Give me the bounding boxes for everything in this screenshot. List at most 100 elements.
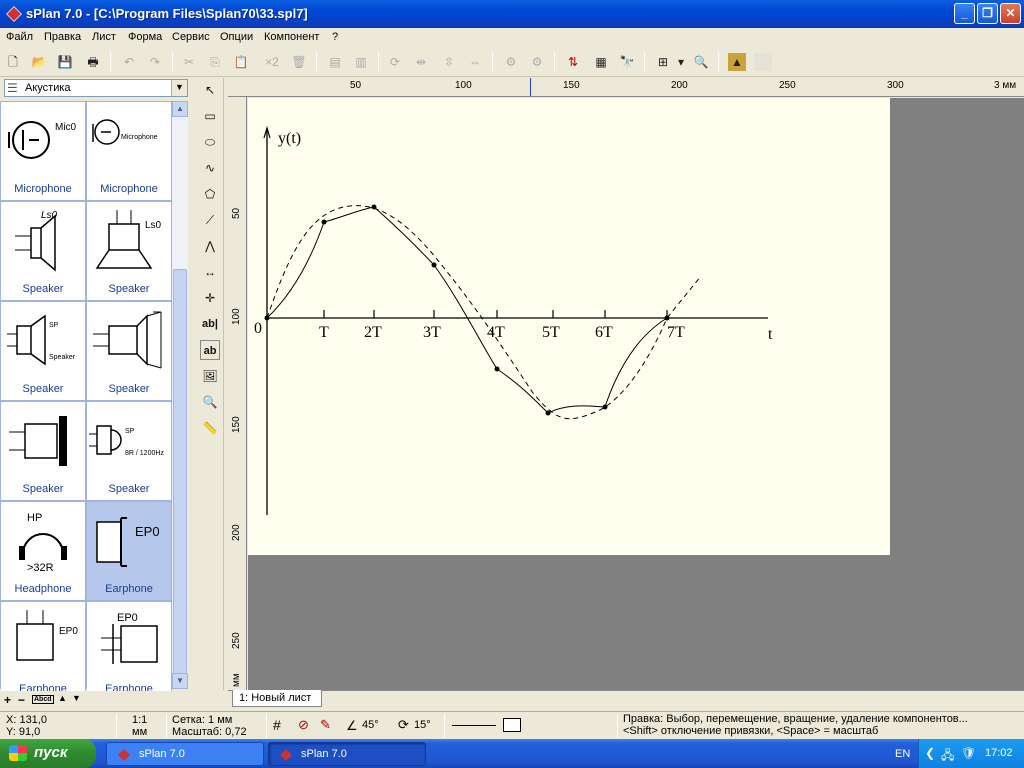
start-button[interactable]: пуск — [0, 739, 96, 768]
menu-sheet[interactable]: Лист — [92, 31, 116, 43]
ellipse-icon[interactable]: ⬭ — [200, 132, 220, 152]
text-tool[interactable]: ab| — [200, 314, 220, 334]
library-item-speaker-6[interactable]: SP 8R / 1200Hz Speaker — [87, 402, 172, 501]
sheet-tab[interactable]: 1: Новый лист — [232, 690, 322, 707]
color-icon[interactable]: ▲ — [728, 53, 746, 71]
print-icon[interactable]: 🖶 — [84, 53, 102, 71]
zoom-fit-icon[interactable]: 🔍 — [692, 53, 710, 71]
menu-edit[interactable]: Правка — [44, 31, 81, 43]
grid-toggle-icon[interactable]: # — [273, 717, 281, 733]
grid-dropdown-icon[interactable]: ▾ — [676, 53, 686, 71]
menu-file[interactable]: Файл — [6, 31, 33, 43]
pen-icon[interactable]: ✎ — [320, 717, 331, 733]
library-item-speaker-5[interactable]: Speaker — [1, 402, 86, 501]
item-tag: Mic0 — [55, 122, 77, 133]
scroll-thumb[interactable] — [173, 269, 187, 679]
taskbar-item-splan-2[interactable]: sPlan 7.0 — [268, 742, 426, 766]
library-item-earphone-2[interactable]: EP0 Earphone — [1, 602, 86, 701]
library-scrollbar[interactable]: ▲ ▼ — [172, 101, 188, 689]
line-icon[interactable]: ⟋ — [200, 210, 220, 230]
find-icon[interactable]: 🔭 — [618, 53, 636, 71]
scroll-down-icon[interactable]: ▼ — [172, 673, 188, 689]
image-icon[interactable]: 🖼 — [200, 366, 220, 386]
library-item-earphone-3[interactable]: EP0 Earphone — [87, 602, 172, 701]
grid-icon[interactable]: ⊞ — [654, 53, 672, 71]
fill-style-sample[interactable] — [503, 718, 521, 732]
to-back-icon[interactable]: ▥ — [352, 53, 370, 71]
dimension-icon[interactable]: ↔ — [200, 262, 220, 282]
library-item-earphone-1[interactable]: EP0 Earphone — [87, 502, 172, 601]
task-label: sPlan 7.0 — [301, 748, 347, 760]
drawing-sheet[interactable]: y(t) t 0 T 2T 3T 4T 5T 6T 7T — [248, 98, 890, 555]
parts-list-icon[interactable]: ▦ — [592, 53, 610, 71]
item-label: Earphone — [105, 583, 153, 595]
menu-component[interactable]: Компонент — [264, 31, 319, 43]
select-arrow-icon[interactable]: ↖ — [200, 80, 220, 100]
redo-icon[interactable]: ↷ — [146, 53, 164, 71]
signal-diagram — [263, 125, 768, 515]
blank-icon[interactable] — [754, 53, 772, 71]
polygon-icon[interactable]: ⬠ — [200, 184, 220, 204]
library-item-microphone-2[interactable]: Microphone Microphone — [87, 102, 172, 201]
measure-icon[interactable]: 📏 — [200, 418, 220, 438]
tray-arrow-icon[interactable]: ❮ — [925, 746, 935, 760]
library-item-speaker-1[interactable]: Ls0 Speaker — [1, 202, 86, 301]
item-label: Headphone — [14, 583, 72, 595]
library-item-microphone-1[interactable]: Mic0 Microphone — [1, 102, 86, 201]
undo-icon[interactable]: ↶ — [120, 53, 138, 71]
remove-button[interactable]: − — [18, 693, 25, 707]
line-style-sample[interactable] — [452, 725, 496, 726]
cut-icon[interactable]: ✂ — [180, 53, 198, 71]
chevron-down-icon[interactable]: ▼ — [171, 80, 187, 96]
to-front-icon[interactable]: ▤ — [326, 53, 344, 71]
angle-step-2[interactable]: 15° — [414, 719, 431, 731]
scroll-up-icon[interactable]: ▲ — [172, 101, 188, 117]
save-icon[interactable]: 💾 — [56, 53, 74, 71]
move-down-button[interactable]: ▼ — [72, 693, 81, 703]
group-icon[interactable]: ⚙ — [502, 53, 520, 71]
rename-button[interactable]: Abcd — [32, 695, 54, 704]
mirror-v-icon[interactable]: ⇳ — [440, 53, 458, 71]
junction-icon[interactable]: ✛ — [200, 288, 220, 308]
ungroup-icon[interactable]: ⚙ — [528, 53, 546, 71]
paste-icon[interactable]: 📋 — [232, 53, 250, 71]
open-folder-icon[interactable]: 📂 — [30, 53, 48, 71]
library-item-speaker-4[interactable]: Speaker — [87, 302, 172, 401]
bezier-icon[interactable]: ∿ — [200, 158, 220, 178]
close-button[interactable]: ✕ — [1000, 3, 1021, 24]
menu-shape[interactable]: Форма — [128, 31, 162, 43]
library-item-headphone[interactable]: HP >32R Headphone — [1, 502, 86, 601]
ruler-label: 150 — [231, 416, 242, 433]
language-indicator[interactable]: EN — [895, 748, 910, 760]
add-button[interactable]: + — [4, 693, 11, 707]
align-icon[interactable]: ⇔ — [466, 53, 484, 71]
zoom-icon[interactable]: 🔍 — [200, 392, 220, 412]
menu-options[interactable]: Опции — [220, 31, 253, 43]
tick-label: 5T — [542, 324, 560, 341]
tick-label: 3T — [423, 324, 441, 341]
textbox-tool[interactable]: ab — [200, 340, 220, 360]
minimize-button[interactable]: _ — [954, 3, 975, 24]
menu-help[interactable]: ? — [332, 31, 338, 43]
duplicate-button[interactable]: ×2 — [262, 53, 282, 71]
clock[interactable]: 17:02 — [985, 747, 1013, 759]
maximize-button[interactable]: ❐ — [977, 3, 998, 24]
copy-icon[interactable]: ⎘ — [206, 53, 224, 71]
menu-service[interactable]: Сервис — [172, 31, 210, 43]
library-item-speaker-2[interactable]: Ls0 Speaker — [87, 202, 172, 301]
delete-icon[interactable]: 🗑 — [290, 53, 308, 71]
network-icon[interactable]: 🖧 — [941, 746, 954, 767]
taskbar-item-splan-1[interactable]: sPlan 7.0 — [106, 742, 264, 766]
rectangle-icon[interactable]: ▭ — [200, 106, 220, 126]
numbering-icon[interactable]: ⇅ — [564, 53, 582, 71]
new-file-icon[interactable]: 🗋 — [4, 53, 22, 71]
library-item-speaker-3[interactable]: SP Speaker Speaker — [1, 302, 86, 401]
snap-icon[interactable]: ⊘ — [298, 717, 309, 733]
mirror-h-icon[interactable]: ⇹ — [412, 53, 430, 71]
move-up-button[interactable]: ▲ — [58, 693, 67, 703]
polyline-icon[interactable]: ⋀ — [200, 236, 220, 256]
rotate-icon[interactable]: ⟳ — [386, 53, 404, 71]
angle-step-1[interactable]: 45° — [362, 719, 379, 731]
category-select[interactable]: ☰ Акустика ▼ — [4, 79, 188, 97]
security-icon[interactable]: 🛡 — [961, 746, 976, 760]
